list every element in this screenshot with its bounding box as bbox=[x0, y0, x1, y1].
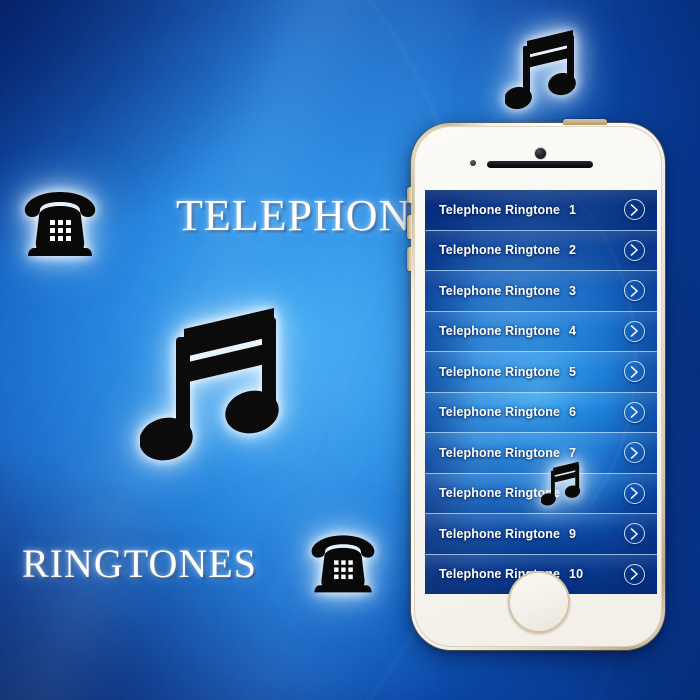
proximity-sensor-icon bbox=[470, 160, 476, 166]
list-item-number: 3 bbox=[569, 283, 577, 298]
list-item[interactable]: Telephone Ringtone 5 bbox=[425, 352, 657, 393]
list-item-label: Telephone Ringtone bbox=[439, 243, 561, 258]
list-item-number: 9 bbox=[569, 526, 577, 541]
phone-mockup: Telephone Ringtone 1 Telephone Ringtone 2 bbox=[407, 119, 665, 650]
list-item-number: 8 bbox=[569, 486, 577, 501]
power-button[interactable] bbox=[563, 119, 607, 125]
chevron-right-icon[interactable] bbox=[624, 401, 645, 423]
list-item-label: Telephone Ringtone bbox=[439, 526, 561, 541]
list-item[interactable]: Telephone Ringtone 8 bbox=[425, 461, 657, 514]
list-item[interactable]: Telephone Ringtone 9 bbox=[425, 514, 657, 555]
headline-telephone: TELEPHONE bbox=[176, 191, 440, 240]
phone-body: Telephone Ringtone 1 Telephone Ringtone 2 bbox=[414, 126, 662, 647]
phone-screen: Telephone Ringtone 1 Telephone Ringtone 2 bbox=[425, 190, 657, 594]
list-item-text: Telephone Ringtone 1 bbox=[439, 203, 576, 217]
list-item-text: Telephone Ringtone 4 bbox=[439, 324, 576, 338]
list-item-label: Telephone Ringtone bbox=[439, 364, 561, 379]
list-item[interactable]: Telephone Ringtone 1 bbox=[425, 190, 657, 231]
headline-ringtones: RINGTONES bbox=[22, 541, 257, 586]
chevron-right-icon[interactable] bbox=[624, 199, 645, 221]
front-camera-icon bbox=[535, 148, 546, 159]
list-item-label: Telephone Ringtone bbox=[439, 202, 561, 217]
ringtone-list: Telephone Ringtone 1 Telephone Ringtone 2 bbox=[425, 190, 657, 594]
volume-up-button[interactable] bbox=[407, 215, 412, 239]
list-item-label: Telephone Ringtone bbox=[439, 486, 561, 501]
chevron-right-icon[interactable] bbox=[624, 482, 645, 504]
list-item[interactable]: Telephone Ringtone 2 bbox=[425, 230, 657, 271]
chevron-right-icon[interactable] bbox=[624, 361, 645, 383]
list-item-text: Telephone Ringtone 3 bbox=[439, 284, 576, 298]
list-item-label: Telephone Ringtone bbox=[439, 405, 561, 420]
volume-down-button[interactable] bbox=[407, 247, 412, 271]
earpiece-speaker bbox=[487, 161, 593, 168]
chevron-right-icon[interactable] bbox=[624, 563, 645, 585]
list-item-number: 7 bbox=[569, 445, 577, 460]
list-item-label: Telephone Ringtone bbox=[439, 324, 561, 339]
list-item-label: Telephone Ringtone bbox=[439, 445, 561, 460]
list-item-number: 10 bbox=[569, 567, 584, 582]
chevron-right-icon[interactable] bbox=[624, 239, 645, 261]
list-item-text: Telephone Ringtone 7 bbox=[439, 446, 576, 460]
chevron-right-icon[interactable] bbox=[624, 320, 645, 342]
list-item-number: 5 bbox=[569, 364, 577, 379]
chevron-right-icon[interactable] bbox=[624, 280, 645, 302]
list-item-text: Telephone Ringtone 10 bbox=[439, 567, 583, 581]
list-item-text: Telephone Ringtone 8 bbox=[439, 486, 576, 500]
app-promo-artwork: TELEPHONE RINGTONES Telephone Ringtone 1 bbox=[0, 0, 700, 700]
list-item-text: Telephone Ringtone 6 bbox=[439, 405, 576, 419]
list-item-number: 2 bbox=[569, 243, 577, 258]
list-item-text: Telephone Ringtone 5 bbox=[439, 365, 576, 379]
list-item-text: Telephone Ringtone 9 bbox=[439, 527, 576, 541]
silence-switch[interactable] bbox=[407, 187, 412, 203]
chevron-right-icon[interactable] bbox=[624, 523, 645, 545]
home-button[interactable] bbox=[508, 571, 570, 633]
list-item[interactable]: Telephone Ringtone 7 bbox=[425, 433, 657, 474]
list-item[interactable]: Telephone Ringtone 4 bbox=[425, 311, 657, 352]
list-item-text: Telephone Ringtone 2 bbox=[439, 243, 576, 257]
list-item-number: 1 bbox=[569, 202, 577, 217]
list-item-number: 4 bbox=[569, 324, 577, 339]
list-item-number: 6 bbox=[569, 405, 577, 420]
list-item-label: Telephone Ringtone bbox=[439, 283, 561, 298]
chevron-right-icon[interactable] bbox=[624, 442, 645, 464]
list-item[interactable]: Telephone Ringtone 6 bbox=[425, 392, 657, 433]
list-item[interactable]: Telephone Ringtone 3 bbox=[425, 271, 657, 312]
